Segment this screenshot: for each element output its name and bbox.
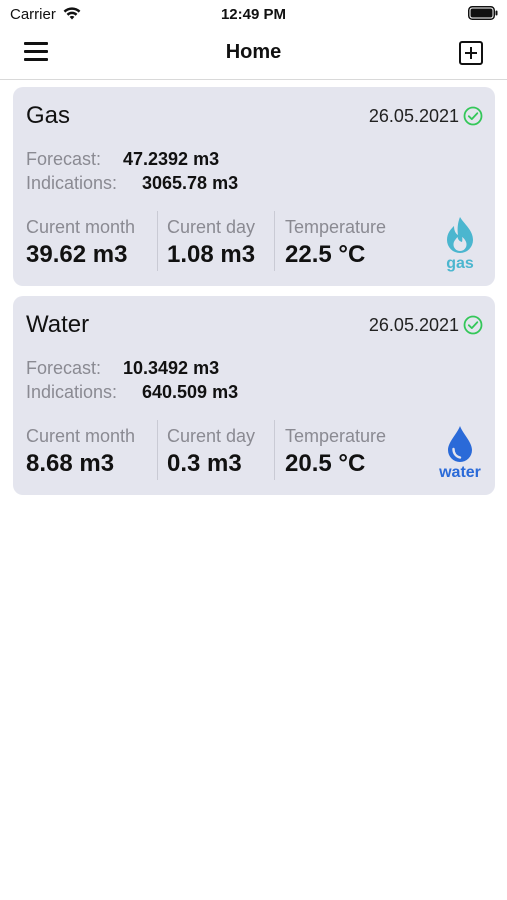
meter-type-label: gas <box>446 255 474 272</box>
check-circle-icon <box>463 315 483 335</box>
hamburger-menu-icon <box>24 42 48 45</box>
forecast-value: 47.2392 m3 <box>123 149 220 169</box>
add-meter-button[interactable] <box>459 41 483 65</box>
current-month-label: Curent month <box>26 426 136 446</box>
gas-flame-icon <box>447 217 473 253</box>
forecast-label: Forecast: <box>26 358 102 378</box>
current-month-stat: Curent month 8.68 m3 <box>26 420 158 480</box>
divider <box>157 420 158 480</box>
current-day-stat: Curent day 0.3 m3 <box>167 420 275 480</box>
temperature-label: Temperature <box>285 426 387 446</box>
card-title: Water <box>26 311 90 338</box>
navigation-bar: Home <box>0 30 507 80</box>
temperature-stat: Temperature 20.5 °C <box>285 420 415 480</box>
current-day-stat: Curent day 1.08 m3 <box>167 211 275 271</box>
current-month-stat: Curent month 39.62 m3 <box>26 211 158 271</box>
current-month-value: 8.68 m3 <box>26 450 115 477</box>
indications-value: 3065.78 m3 <box>142 173 239 193</box>
status-bar: Carrier 12:49 PM <box>0 0 507 30</box>
current-day-label: Curent day <box>167 426 256 446</box>
temperature-stat: Temperature 22.5 °C <box>285 211 415 271</box>
check-circle-icon <box>463 106 483 126</box>
temperature-label: Temperature <box>285 217 387 237</box>
current-day-value: 1.08 m3 <box>167 241 256 268</box>
page-title: Home <box>225 41 282 63</box>
menu-button[interactable] <box>24 42 48 64</box>
current-day-value: 0.3 m3 <box>167 450 242 477</box>
forecast-label: Forecast: <box>26 149 102 169</box>
divider <box>157 211 158 271</box>
indications-value: 640.509 m3 <box>142 382 239 402</box>
battery-icon <box>468 6 498 20</box>
meter-card-gas[interactable]: Gas 26.05.2021 Forecast: 47.2392 m3 Indi… <box>13 87 495 286</box>
card-date: 26.05.2021 <box>368 315 459 335</box>
indications-label: Indications: <box>26 173 118 193</box>
current-month-label: Curent month <box>26 217 136 237</box>
forecast-value: 10.3492 m3 <box>123 358 220 378</box>
indications-label: Indications: <box>26 382 118 402</box>
divider <box>274 211 275 271</box>
current-day-label: Curent day <box>167 217 256 237</box>
divider <box>274 420 275 480</box>
temperature-value: 22.5 °C <box>285 241 366 268</box>
water-drop-icon <box>448 426 472 462</box>
card-date: 26.05.2021 <box>368 106 459 126</box>
meter-card-water[interactable]: Water 26.05.2021 Forecast: 10.3492 m3 In… <box>13 296 495 495</box>
status-time: 12:49 PM <box>220 6 287 23</box>
meter-type-label: water <box>439 464 481 481</box>
temperature-value: 20.5 °C <box>285 450 366 477</box>
current-month-value: 39.62 m3 <box>26 241 128 268</box>
card-title: Gas <box>26 102 71 129</box>
